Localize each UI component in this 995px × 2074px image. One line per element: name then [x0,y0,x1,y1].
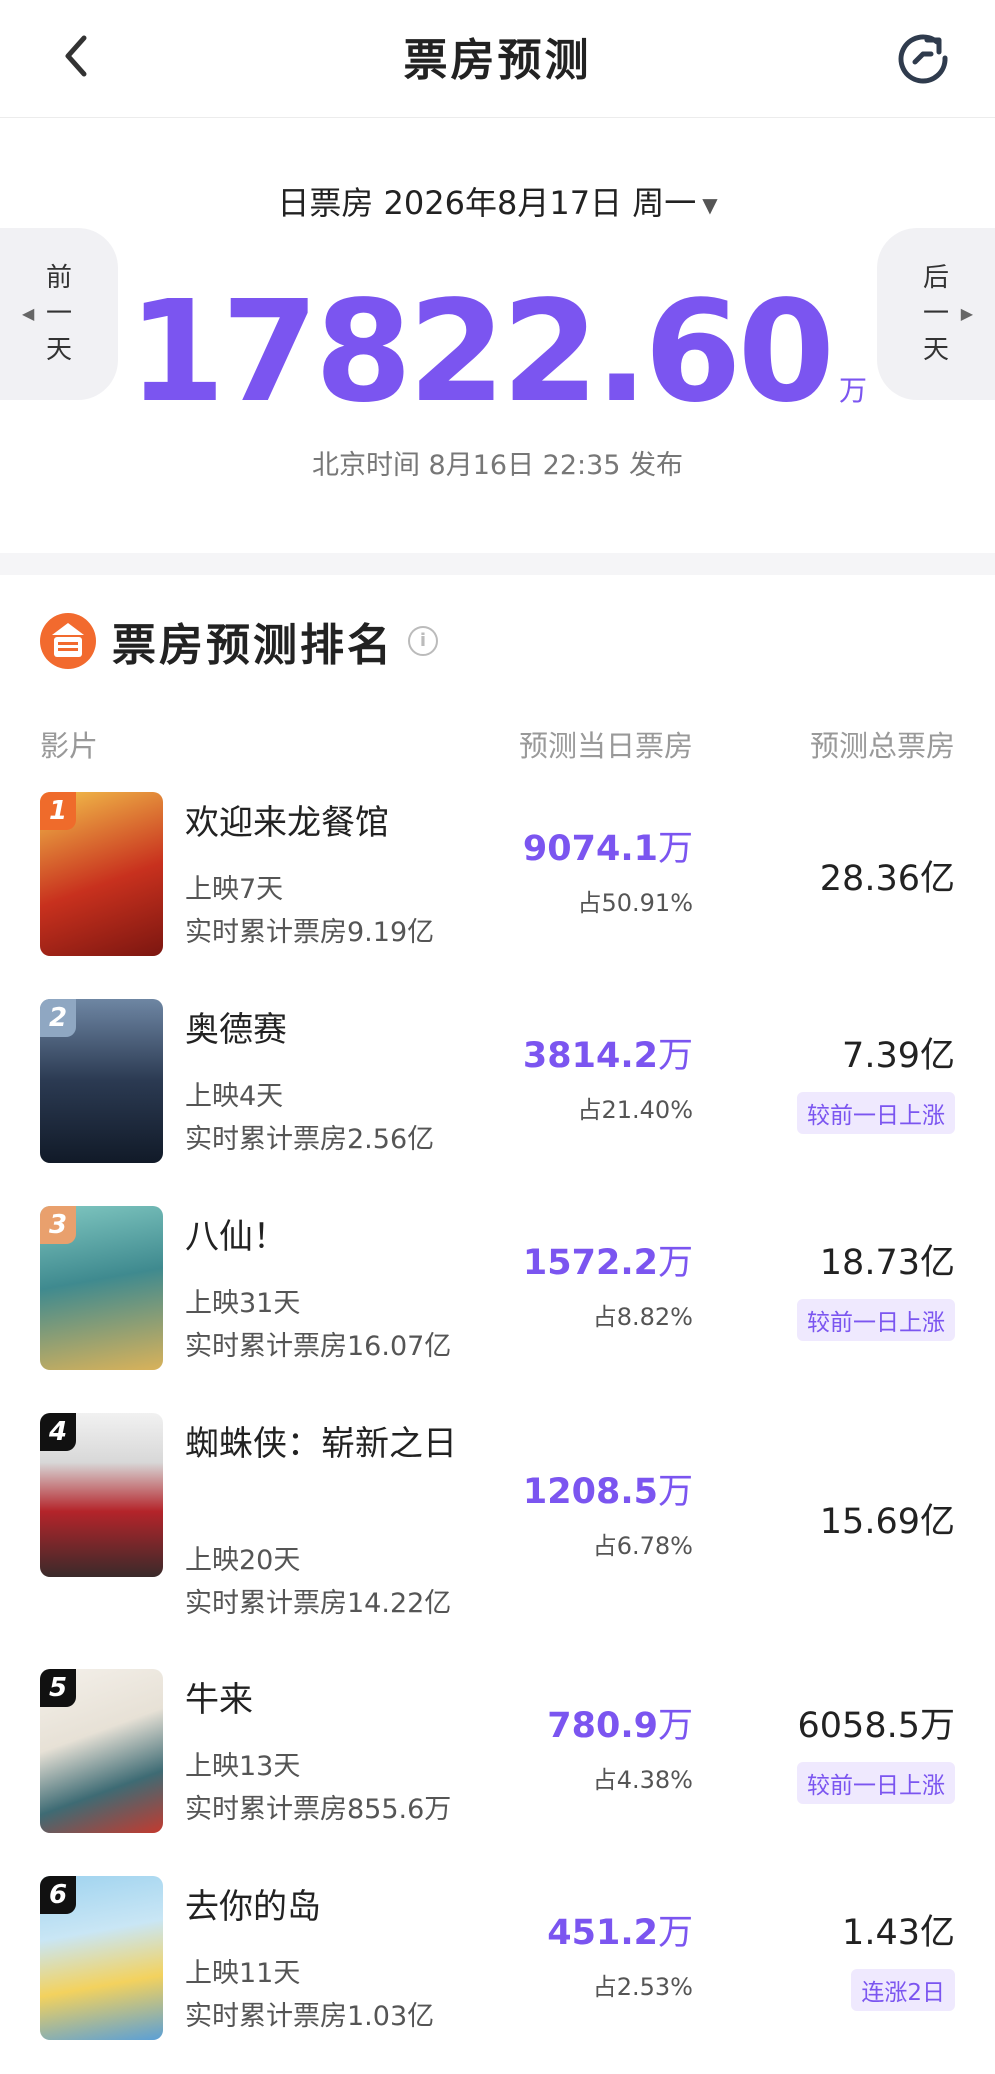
total-value: 7.39 [842,1036,920,1076]
trend-tag: 较前一日上涨 [797,1092,955,1134]
ranking-title: 票房预测排名 [112,620,394,671]
total-unit: 亿 [919,859,955,899]
column-header-film: 影片 [40,729,99,763]
movie-title: 蜘蛛侠：崭新之日 [185,1424,457,1464]
share-percent: 占8.82% [592,1303,693,1331]
day-box-office: 1208.5万 占6.78% [523,1463,693,1561]
cumulative-box-office: 实时累计票房1.03亿 [185,2001,435,2032]
day-box-office: 9074.1万 占50.91% [523,820,693,918]
movie-poster: 2 [40,999,163,1163]
cumulative-box-office: 实时累计票房14.22亿 [185,1588,452,1619]
daily-summary: 日票房 2026年8月17日 周一 ▼ ◀ 前 一 天 后 一 天 ▶ 17822… [0,118,995,553]
caret-down-icon: ▼ [702,193,718,217]
total-box-office: 18.73亿 较前一日上涨 [797,1234,955,1341]
cumulative-box-office: 实时累计票房855.6万 [185,1794,452,1825]
total-unit: 万 [919,1706,955,1746]
info-icon[interactable]: i [408,626,438,656]
date-label: 日票房 2026年8月17日 周一 [277,184,697,222]
release-days: 上映7天 [185,874,284,905]
release-days: 上映20天 [185,1545,301,1576]
day-unit: 万 [657,1243,693,1283]
day-unit: 万 [657,1036,693,1076]
day-unit: 万 [657,1913,693,1953]
share-percent: 占21.40% [577,1096,693,1124]
release-days: 上映31天 [185,1288,301,1319]
total-box-office: 1.43亿 连涨2日 [842,1904,955,2011]
day-value: 451.2 [547,1913,658,1953]
release-days: 上映11天 [185,1958,301,1989]
rank-badge: 4 [40,1413,76,1451]
day-box-office: 780.9万 占4.38% [547,1697,693,1795]
rank-badge: 1 [40,792,76,830]
rank-badge: 3 [40,1206,76,1244]
release-days: 上映13天 [185,1751,301,1782]
date-selector[interactable]: 日票房 2026年8月17日 周一 ▼ [0,178,995,224]
day-box-office: 3814.2万 占21.40% [523,1027,693,1125]
movie-title: 奥德赛 [185,1010,287,1050]
refresh-button[interactable] [893,28,953,88]
ranking-header: 票房预测排名 i [40,613,438,671]
cumulative-box-office: 实时累计票房2.56亿 [185,1124,435,1155]
refresh-icon [898,34,948,84]
total-unit: 亿 [919,1502,955,1542]
trend-tag: 较前一日上涨 [797,1299,955,1341]
movie-poster: 6 [40,1876,163,2040]
day-value: 3814.2 [522,1036,658,1076]
page-title: 票房预测 [403,35,592,86]
total-forecast: 17822.60 万 [0,278,995,428]
total-value: 1.43 [842,1913,920,1953]
day-unit: 万 [657,1706,693,1746]
total-box-office: 7.39亿 较前一日上涨 [797,1027,955,1134]
column-header-total-box: 预测总票房 [809,729,955,763]
publish-info: 北京时间 8月16日 22:35 发布 [311,450,684,481]
trend-tag: 连涨2日 [851,1969,955,2011]
share-percent: 占4.38% [592,1766,693,1794]
movie-poster: 3 [40,1206,163,1370]
movie-title: 去你的岛 [185,1887,321,1927]
total-unit: 亿 [919,1243,955,1283]
movie-poster: 1 [40,792,163,956]
release-days: 上映4天 [185,1081,284,1112]
total-box-office: 28.36亿 [820,850,955,901]
day-value: 1208.5 [522,1472,658,1512]
day-value: 9074.1 [522,829,658,869]
top-bar: 票房预测 [0,0,995,118]
share-percent: 占2.53% [592,1973,693,2001]
movie-poster: 4 [40,1413,163,1577]
rank-badge: 6 [40,1876,76,1914]
trend-tag: 较前一日上涨 [797,1762,955,1804]
day-box-office: 1572.2万 占8.82% [523,1234,693,1332]
share-percent: 占6.78% [592,1532,693,1560]
total-value: 18.73 [819,1243,920,1283]
day-value: 1572.2 [522,1243,658,1283]
day-unit: 万 [657,829,693,869]
movie-title: 八仙！ [185,1217,287,1257]
share-percent: 占50.91% [577,889,693,917]
total-value: 6058.5 [797,1706,920,1746]
movie-title: 欢迎来龙餐馆 [185,803,389,843]
total-value: 28.36 [819,859,920,899]
film-logo-icon [40,613,96,669]
movie-title: 牛来 [185,1680,253,1720]
day-value: 780.9 [547,1706,658,1746]
rank-badge: 2 [40,999,76,1037]
total-box-office: 15.69亿 [820,1493,955,1544]
total-value: 15.69 [819,1502,920,1542]
total-unit: 亿 [919,1913,955,1953]
total-value: 17822.60 [127,271,835,434]
total-box-office: 6058.5万 较前一日上涨 [797,1697,955,1804]
rank-badge: 5 [40,1669,76,1707]
movie-poster: 5 [40,1669,163,1833]
total-unit: 亿 [919,1036,955,1076]
cumulative-box-office: 实时累计票房9.19亿 [185,917,435,948]
ranking-panel: 票房预测排名 i 影片 预测当日票房 预测总票房 1 欢迎来龙餐馆 上映7天 实… [0,575,995,2074]
day-unit: 万 [657,1472,693,1512]
cumulative-box-office: 实时累计票房16.07亿 [185,1331,452,1362]
column-header-day-box: 预测当日票房 [518,729,693,763]
total-unit: 万 [839,374,868,407]
day-box-office: 451.2万 占2.53% [547,1904,693,2002]
